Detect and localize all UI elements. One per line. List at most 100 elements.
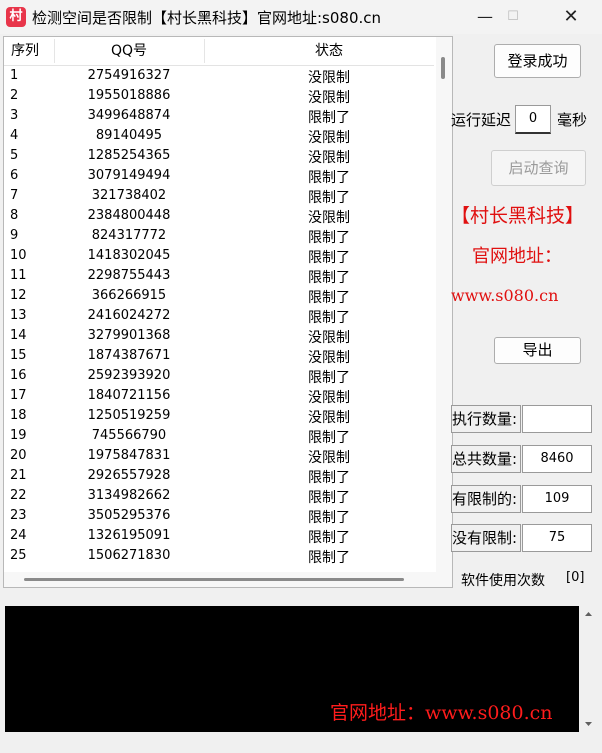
- row-qq: 1285254365: [87, 148, 171, 163]
- table-row[interactable]: 19 745566790 限制了: [4, 426, 434, 446]
- row-index: 24: [10, 528, 27, 543]
- column-header-status[interactable]: 状态: [204, 37, 452, 65]
- row-status: 没限制: [308, 90, 350, 106]
- row-index: 18: [10, 408, 27, 423]
- site-label: 官网地址：: [472, 246, 562, 267]
- row-qq: 2298755443: [87, 268, 171, 283]
- row-qq: 2384800448: [87, 208, 171, 223]
- start-query-button[interactable]: 启动查询: [491, 150, 586, 186]
- table-row[interactable]: 7 321738402 限制了: [4, 186, 434, 206]
- row-status: 没限制: [308, 150, 350, 166]
- delay-unit-label: 毫秒: [557, 111, 588, 129]
- row-status: 限制了: [308, 110, 350, 126]
- row-qq: 1874387671: [87, 348, 171, 363]
- column-header-qq[interactable]: QQ号: [54, 37, 204, 65]
- close-button[interactable]: ✕: [548, 0, 594, 34]
- limited-count-label: 有限制的:: [451, 485, 521, 513]
- table-row[interactable]: 8 2384800448 没限制: [4, 206, 434, 226]
- table-row[interactable]: 17 1840721156 没限制: [4, 386, 434, 406]
- row-status: 限制了: [308, 170, 350, 186]
- row-index: 9: [10, 228, 19, 243]
- usage-count-label: 软件使用次数: [461, 573, 545, 589]
- row-index: 12: [10, 288, 27, 303]
- row-index: 1: [10, 68, 19, 83]
- delay-input[interactable]: 0: [515, 105, 551, 134]
- row-index: 11: [10, 268, 27, 283]
- row-qq: 89140495: [95, 128, 163, 143]
- table-body: 1 2754916327 没限制 2 1955018886 没限制 3 3499648874 限…: [4, 66, 434, 566]
- row-index: 6: [10, 168, 19, 183]
- row-qq: 3079149494: [87, 168, 171, 183]
- vertical-scroll-thumb[interactable]: [441, 57, 445, 79]
- site-url[interactable]: www.s080.cn: [451, 286, 558, 305]
- row-qq: 1506271830: [87, 548, 171, 563]
- total-count-value: 8460: [522, 445, 592, 473]
- row-index: 10: [10, 248, 27, 263]
- table-row[interactable]: 24 1326195091 限制了: [4, 526, 434, 546]
- table-row[interactable]: 4 89140495 没限制: [4, 126, 434, 146]
- table-row[interactable]: 3 3499648874 限制了: [4, 106, 434, 126]
- horizontal-scroll-thumb[interactable]: [24, 578, 404, 581]
- results-table[interactable]: 序列 QQ号 状态 1 2754916327 没限制 2 1955018886 没限制 3 3…: [3, 36, 453, 588]
- row-status: 没限制: [308, 350, 350, 366]
- login-button[interactable]: 登录成功: [494, 44, 581, 78]
- row-qq: 3505295376: [87, 508, 171, 523]
- table-row[interactable]: 25 1506271830 限制了: [4, 546, 434, 566]
- row-status: 限制了: [308, 470, 350, 486]
- horizontal-scrollbar[interactable]: [4, 572, 436, 587]
- table-row[interactable]: 13 2416024272 限制了: [4, 306, 434, 326]
- table-row[interactable]: 14 3279901368 没限制: [4, 326, 434, 346]
- vertical-scrollbar[interactable]: [436, 37, 452, 587]
- row-status: 限制了: [308, 530, 350, 546]
- row-index: 3: [10, 108, 19, 123]
- row-index: 17: [10, 388, 27, 403]
- table-row[interactable]: 16 2592393920 限制了: [4, 366, 434, 386]
- table-row[interactable]: 1 2754916327 没限制: [4, 66, 434, 86]
- row-status: 没限制: [308, 210, 350, 226]
- table-row[interactable]: 18 1250519259 没限制: [4, 406, 434, 426]
- table-row[interactable]: 20 1975847831 没限制: [4, 446, 434, 466]
- row-index: 25: [10, 548, 27, 563]
- row-qq: 2926557928: [87, 468, 171, 483]
- table-row[interactable]: 23 3505295376 限制了: [4, 506, 434, 526]
- table-row[interactable]: 10 1418302045 限制了: [4, 246, 434, 266]
- console-scrollbar[interactable]: [580, 606, 597, 732]
- table-row[interactable]: 2 1955018886 没限制: [4, 86, 434, 106]
- title-bar: 村 检测空间是否限制【村长黑科技】官网地址:s080.cn — ☐ ✕: [0, 0, 602, 34]
- row-index: 8: [10, 208, 19, 223]
- table-row[interactable]: 9 824317772 限制了: [4, 226, 434, 246]
- total-count-label: 总共数量:: [451, 445, 521, 473]
- maximize-button[interactable]: ☐: [490, 0, 536, 34]
- table-row[interactable]: 6 3079149494 限制了: [4, 166, 434, 186]
- table-header: 序列 QQ号 状态: [4, 37, 434, 66]
- app-icon: 村: [6, 7, 26, 27]
- row-index: 5: [10, 148, 19, 163]
- table-row[interactable]: 11 2298755443 限制了: [4, 266, 434, 286]
- row-status: 限制了: [308, 230, 350, 246]
- row-qq: 745566790: [91, 428, 167, 443]
- unlimited-count-value: 75: [522, 524, 592, 552]
- table-row[interactable]: 12 366266915 限制了: [4, 286, 434, 306]
- row-index: 19: [10, 428, 27, 443]
- row-qq: 3499648874: [87, 108, 171, 123]
- row-status: 限制了: [308, 290, 350, 306]
- row-status: 限制了: [308, 490, 350, 506]
- table-row[interactable]: 15 1874387671 没限制: [4, 346, 434, 366]
- row-qq: 1975847831: [87, 448, 171, 463]
- row-qq: 3279901368: [87, 328, 171, 343]
- row-status: 限制了: [308, 270, 350, 286]
- column-header-index[interactable]: 序列: [11, 37, 39, 65]
- row-index: 23: [10, 508, 27, 523]
- row-index: 15: [10, 348, 27, 363]
- row-qq: 3134982662: [87, 488, 171, 503]
- row-qq: 366266915: [91, 288, 167, 303]
- console-scroll-arrows[interactable]: [580, 606, 597, 732]
- table-row[interactable]: 21 2926557928 限制了: [4, 466, 434, 486]
- row-status: 没限制: [308, 390, 350, 406]
- export-button[interactable]: 导出: [494, 337, 581, 364]
- row-status: 限制了: [308, 190, 350, 206]
- limited-count-value: 109: [522, 485, 592, 513]
- table-row[interactable]: 5 1285254365 没限制: [4, 146, 434, 166]
- usage-count-value: [0]: [566, 570, 585, 585]
- table-row[interactable]: 22 3134982662 限制了: [4, 486, 434, 506]
